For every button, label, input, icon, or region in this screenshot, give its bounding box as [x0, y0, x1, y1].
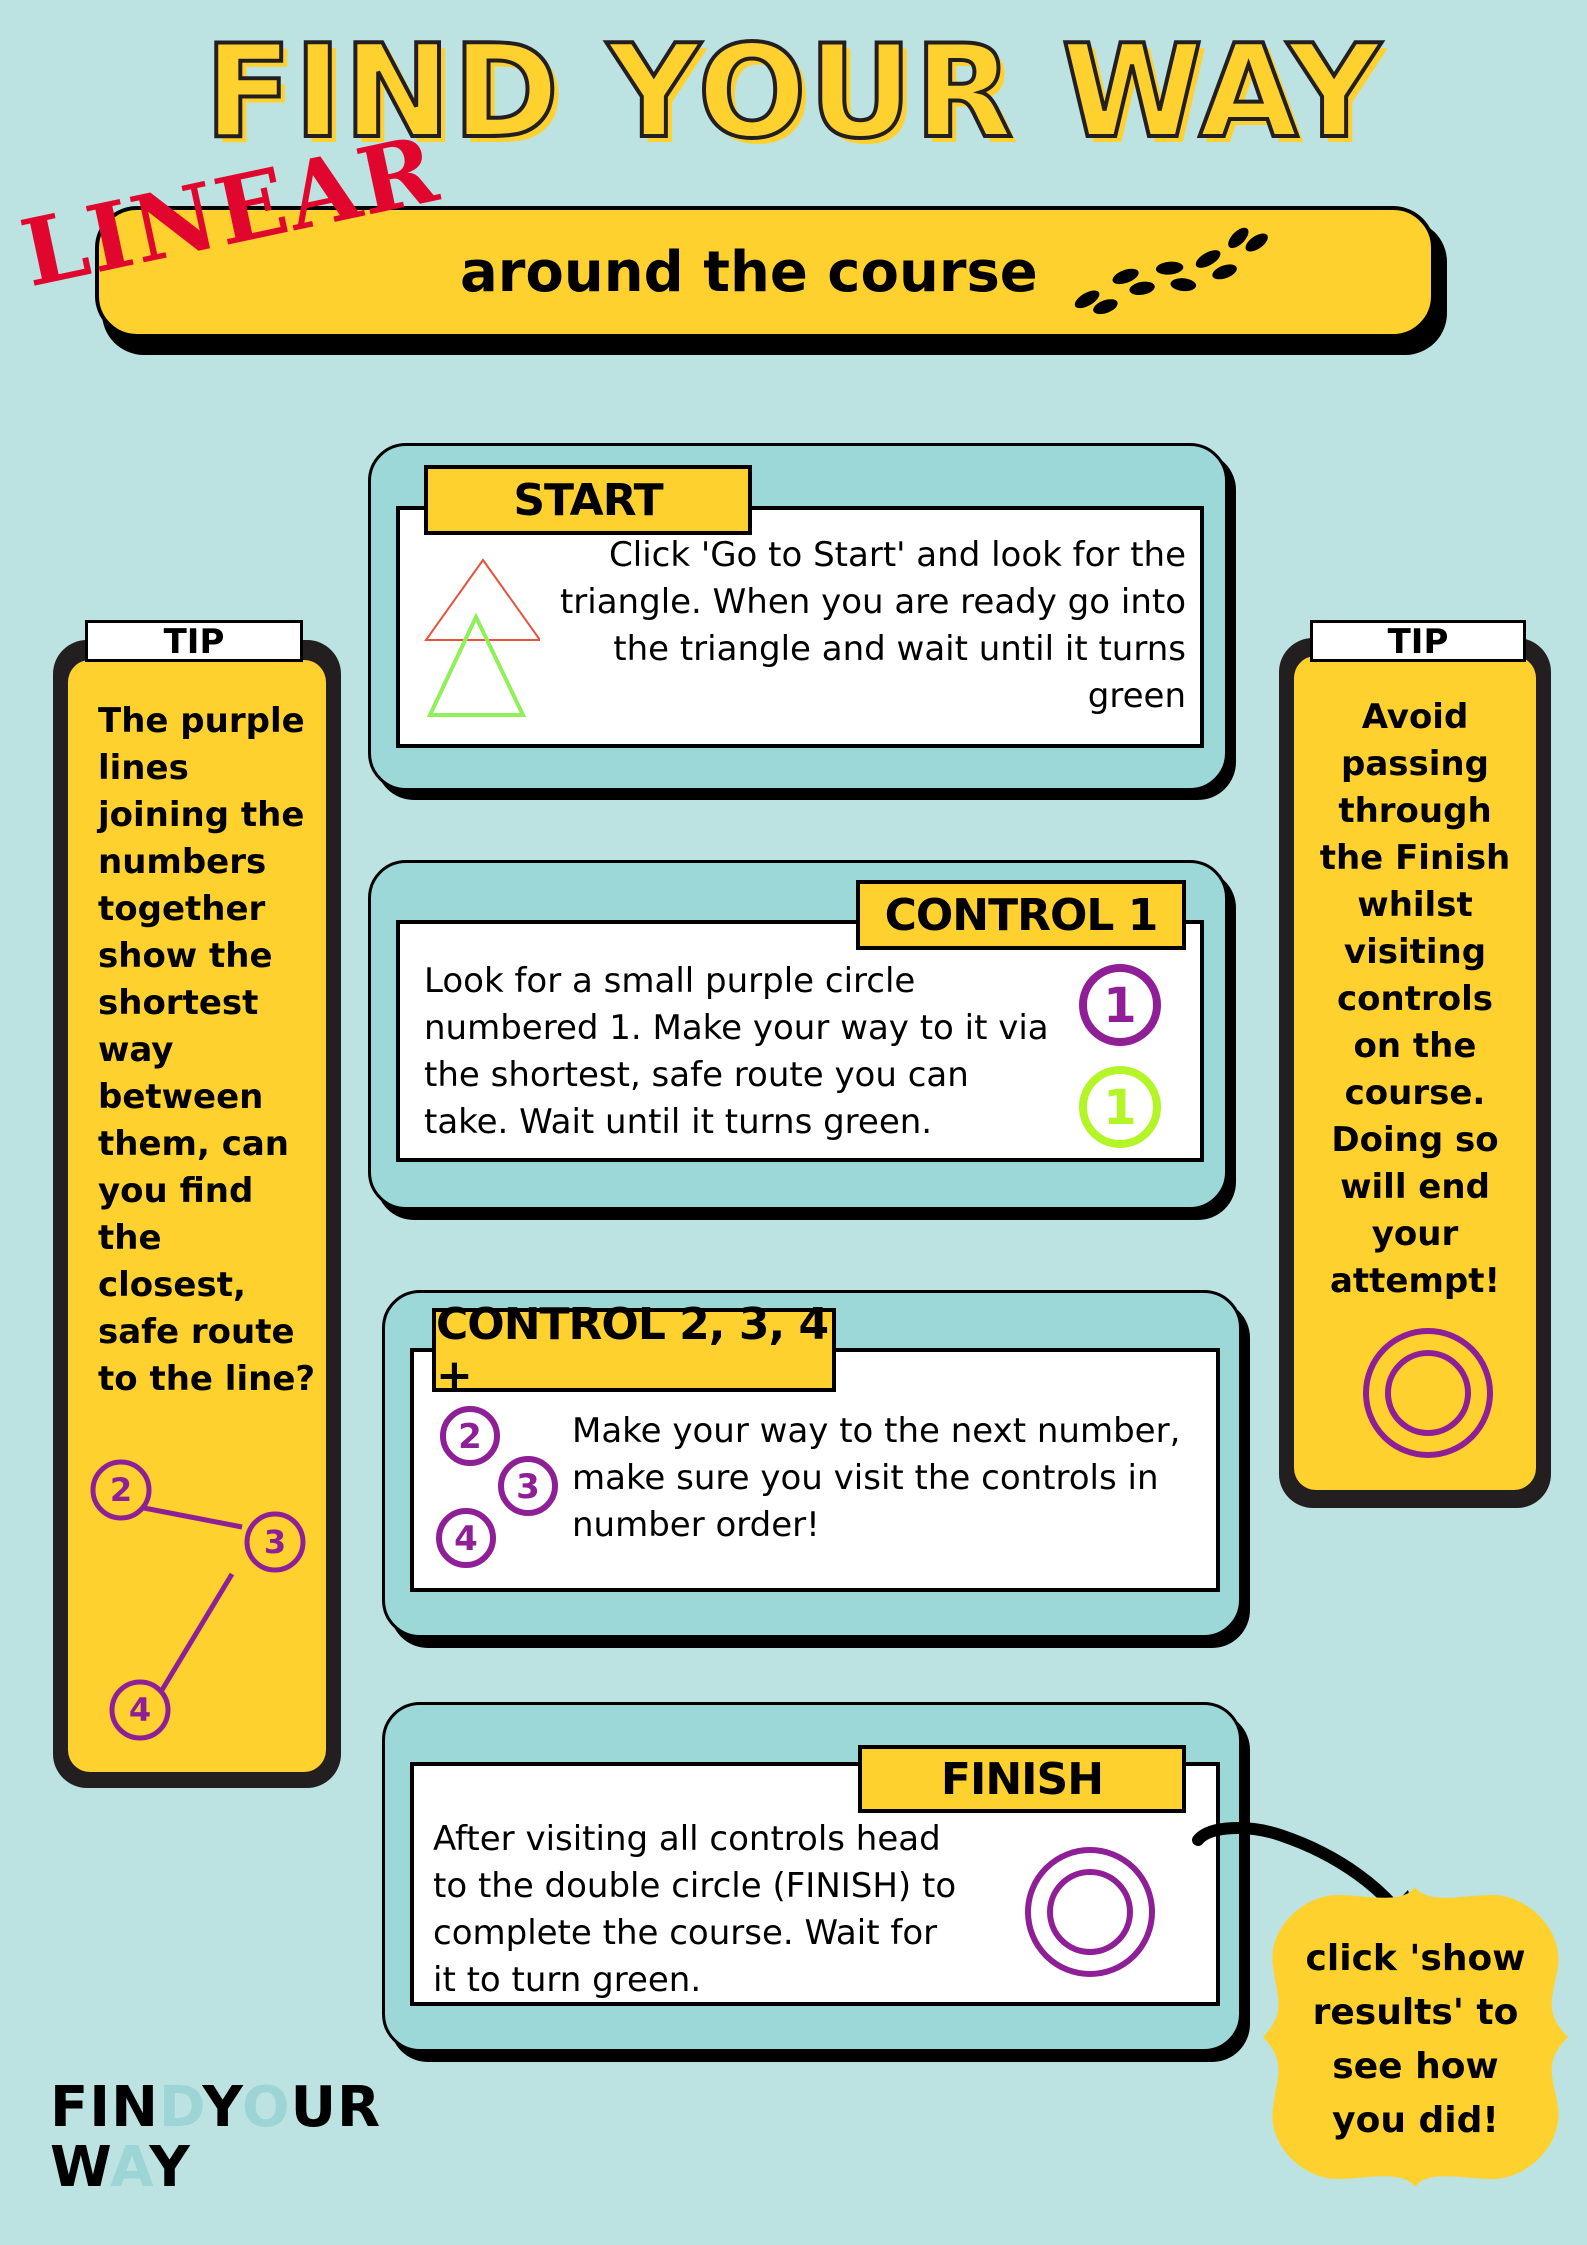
- tip-line: together: [98, 889, 266, 929]
- control1-text-line: Look for a small purple circle: [424, 961, 916, 1001]
- tip-line: through: [1338, 791, 1492, 831]
- purple-control-marker-icon: 1: [1079, 964, 1161, 1046]
- logo-text: Y: [202, 2075, 242, 2140]
- finish-text-line: to the double circle (FINISH) to: [433, 1866, 957, 1906]
- tip-line: between: [98, 1077, 264, 1117]
- finish-double-circle-icon: [1363, 1328, 1493, 1458]
- tip-line: controls: [1337, 979, 1493, 1019]
- control234-markers: 2 3 4: [436, 1406, 558, 1568]
- tip-line: attempt!: [1329, 1261, 1501, 1301]
- control1-text: Look for a small purple circle numbered …: [424, 958, 1064, 1146]
- route-diagram-icon: 2 3 4: [90, 1459, 306, 1741]
- tip-line: The purple: [98, 701, 305, 741]
- tip-line: will end: [1340, 1167, 1490, 1207]
- control234-label: CONTROL 2, 3, 4 +: [432, 1299, 836, 1401]
- start-text-line: triangle. When you are ready go into: [559, 582, 1186, 622]
- marker-4-label: 4: [454, 1519, 478, 1559]
- logo-accent: D: [158, 2075, 203, 2140]
- tip-line: visiting: [1343, 932, 1487, 972]
- marker-2-label: 2: [458, 1417, 482, 1457]
- marker-3-label: 3: [516, 1467, 540, 1507]
- tip-line: Doing so: [1331, 1120, 1499, 1160]
- tip-line: lines: [98, 748, 189, 788]
- green-triangle-icon: [426, 612, 527, 717]
- finish-text-line: After visiting all controls head: [433, 1819, 941, 1859]
- callout-line: you did!: [1332, 2100, 1499, 2141]
- finish-text-line: it to turn green.: [433, 1960, 702, 2000]
- tip-line: shortest: [98, 983, 259, 1023]
- control234-text: Make your way to the next number, make s…: [572, 1408, 1212, 1549]
- control1-marker-number: 1: [1103, 978, 1136, 1034]
- control1-text-line: numbered 1. Make your way to it via: [424, 1008, 1049, 1048]
- results-callout-text: click 'show results' to see how you did!: [1263, 1932, 1568, 2148]
- tip-line: your: [1371, 1214, 1459, 1254]
- right-tip-text: Avoid passing through the Finish whilst …: [1294, 694, 1536, 1305]
- tip-line: way: [98, 1030, 174, 1070]
- tip-line: to the line?: [98, 1359, 316, 1399]
- control1-text-line: take. Wait until it turns green.: [424, 1102, 933, 1142]
- logo-accent: A: [110, 2135, 150, 2200]
- logo-accent: O: [241, 2075, 291, 2140]
- finish-label: FINISH: [858, 1745, 1186, 1813]
- brand-logo: FINDYOUR WAY: [50, 2078, 381, 2198]
- page-title: FIND YOUR WAY: [203, 16, 1383, 169]
- tip-line: course.: [1344, 1073, 1486, 1113]
- footprints-icon: [1074, 227, 1268, 315]
- tip-line: the Finish: [1319, 838, 1511, 878]
- start-text-line: the triangle and wait until it turns: [613, 629, 1186, 669]
- tip-line: safe route: [98, 1312, 295, 1352]
- right-tip-label: TIP: [1310, 620, 1526, 662]
- callout-line: click 'show: [1305, 1938, 1526, 1979]
- control234-text-line: Make your way to the next number,: [572, 1411, 1181, 1451]
- callout-line: results' to: [1312, 1992, 1519, 2033]
- tip-line: joining the: [98, 795, 305, 835]
- logo-text: Y: [149, 2135, 191, 2200]
- tip-line: them, can: [98, 1124, 290, 1164]
- callout-line: see how: [1332, 2046, 1499, 2087]
- logo-text: W: [50, 2135, 111, 2200]
- control1-markers: 1 1: [1079, 964, 1161, 1148]
- start-text-line: green: [1087, 676, 1186, 716]
- start-text: Click 'Go to Start' and look for the tri…: [520, 532, 1186, 720]
- control1-text-line: the shortest, safe route you can: [424, 1055, 969, 1095]
- tip-line: Avoid: [1361, 697, 1469, 737]
- control234-text-line: make sure you visit the controls in: [572, 1458, 1159, 1498]
- diagram-marker-4: 4: [129, 1691, 151, 1729]
- tip-line: show the: [98, 936, 273, 976]
- logo-line-2: WAY: [50, 2138, 381, 2198]
- diagram-marker-2: 2: [110, 1471, 132, 1509]
- finish-double-circle-icon: [1025, 1847, 1155, 1977]
- control1-marker-number: 1: [1103, 1080, 1136, 1136]
- green-control-marker-icon: 1: [1079, 1066, 1161, 1148]
- finish-text: After visiting all controls head to the …: [433, 1816, 1033, 2004]
- logo-line-1: FINDYOUR: [50, 2078, 381, 2138]
- logo-text: FIN: [50, 2075, 159, 2140]
- logo-text: UR: [290, 2075, 382, 2140]
- control234-text-line: number order!: [572, 1505, 820, 1545]
- control1-label: CONTROL 1: [856, 880, 1186, 950]
- tip-line: on the: [1353, 1026, 1477, 1066]
- tip-line: passing: [1341, 744, 1489, 784]
- start-text-line: Click 'Go to Start' and look for the: [609, 535, 1186, 575]
- diagram-marker-3: 3: [264, 1523, 286, 1561]
- header-subtitle: around the course: [460, 240, 1038, 305]
- left-tip-label: TIP: [85, 620, 303, 662]
- tip-line: closest,: [98, 1265, 246, 1305]
- finish-text-line: complete the course. Wait for: [433, 1913, 938, 1953]
- tip-line: numbers: [98, 842, 267, 882]
- start-label: START: [424, 465, 752, 535]
- tip-line: whilst: [1357, 885, 1473, 925]
- left-tip-text: The purple lines joining the numbers tog…: [98, 698, 328, 1403]
- tip-line: you find: [98, 1171, 254, 1211]
- tip-line: the: [98, 1218, 162, 1258]
